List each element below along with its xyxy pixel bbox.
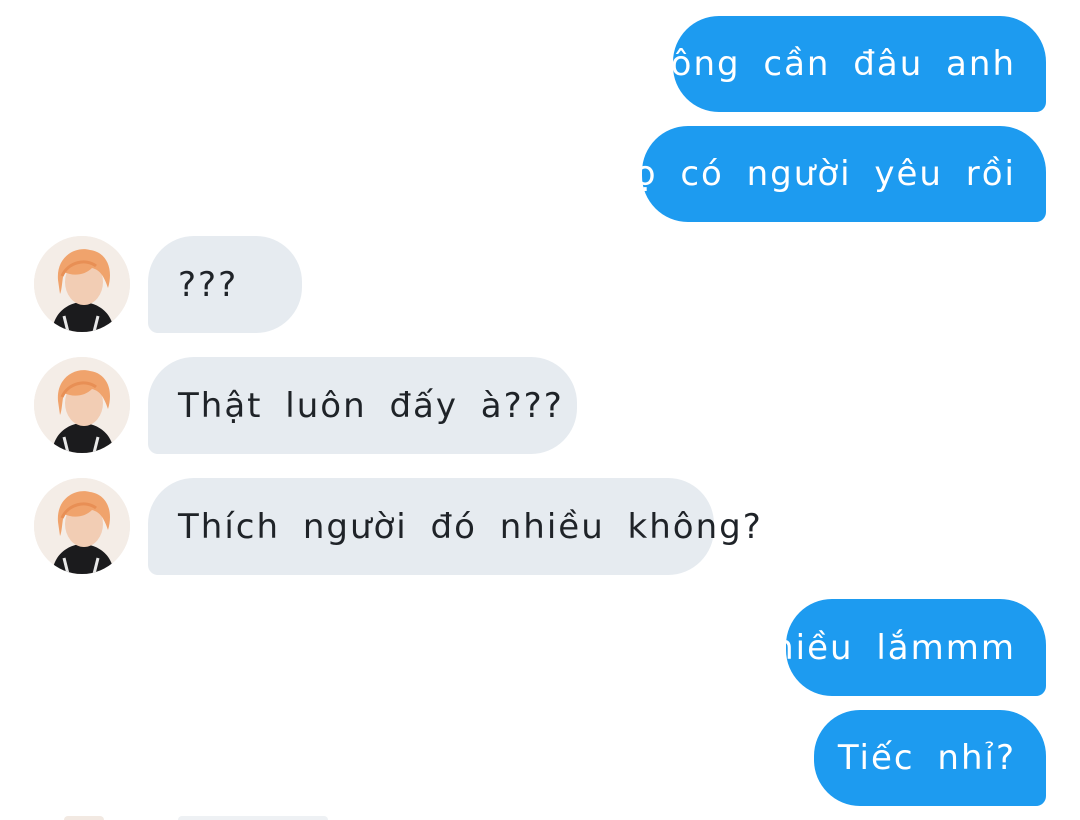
received-message-bubble[interactable]: Thích người đó nhiều không? — [148, 478, 761, 575]
next-avatar-edge — [64, 816, 104, 820]
message-text: Họ có người yêu rồi — [607, 154, 1016, 194]
message-text: Thật luôn đấy à??? — [178, 385, 564, 426]
avatar-image — [34, 478, 130, 574]
contact-avatar[interactable] — [34, 357, 130, 453]
contact-avatar[interactable] — [34, 236, 130, 332]
message-text: Tiếc nhỉ? — [837, 738, 1016, 778]
sent-message-bubble[interactable]: Nhiều lắmmm — [745, 599, 1046, 696]
message-text: ??? — [178, 264, 239, 305]
next-bubble-edge — [178, 816, 328, 820]
message-text: Không cần đâu anh — [622, 44, 1016, 84]
message-text: Nhiều lắmmm — [744, 627, 1016, 668]
sent-message-bubble[interactable]: Tiếc nhỉ? — [814, 710, 1046, 806]
received-message-bubble[interactable]: ??? — [148, 236, 302, 333]
avatar-image — [34, 236, 130, 332]
message-text: Thích người đó nhiều không? — [178, 506, 763, 547]
received-message-bubble[interactable]: Thật luôn đấy à??? — [148, 357, 577, 454]
sent-message-bubble[interactable]: Họ có người yêu rồi — [607, 126, 1046, 222]
contact-avatar[interactable] — [34, 478, 130, 574]
sent-message-bubble[interactable]: Không cần đâu anh — [623, 16, 1046, 112]
avatar-image — [34, 357, 130, 453]
